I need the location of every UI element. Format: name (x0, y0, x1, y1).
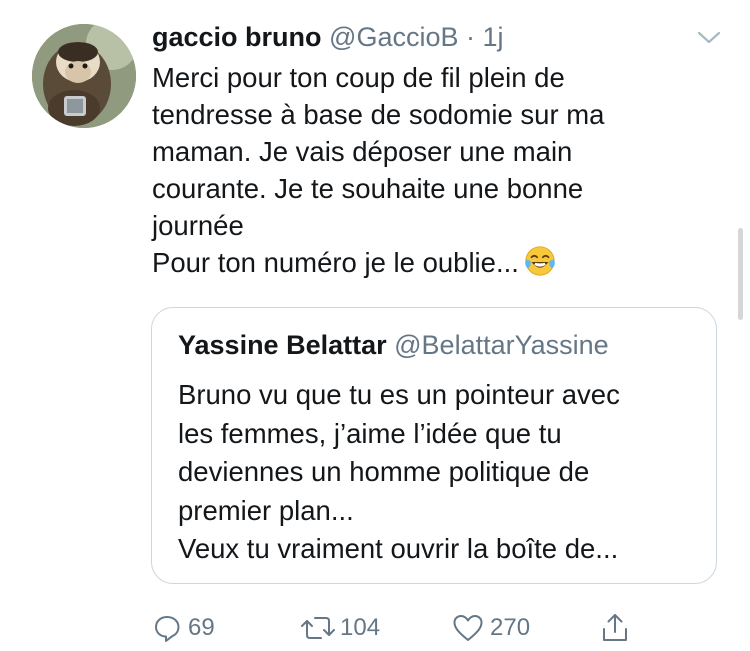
quoted-text-line: les femmes, j’aime l’idée que tu (178, 417, 562, 449)
author-name[interactable]: gaccio bruno (152, 22, 322, 52)
tweet-text-last-line: Pour ton numéro je le oublie... (152, 244, 712, 281)
quoted-tweet-text: Bruno vu que tu es un pointeur avec les … (178, 376, 698, 569)
quoted-tweet-card[interactable]: Yassine Belattar @BelattarYassine Bruno … (151, 307, 717, 584)
tweet-text-line: maman. Je vais déposer une main (152, 136, 573, 167)
tweet-text-line: tendresse à base de sodomie sur ma (152, 99, 605, 130)
quoted-text-line: premier plan... (178, 494, 354, 526)
retweet-icon (301, 617, 335, 639)
quoted-text-line: Veux tu vraiment ouvrir la boîte de... (178, 533, 619, 564)
reply-icon (155, 616, 180, 642)
quoted-tweet-header: Yassine Belattar @BelattarYassine (178, 330, 609, 361)
share-button[interactable] (600, 608, 630, 648)
retweet-count: 104 (340, 614, 381, 641)
author-handle[interactable]: @GaccioB (329, 22, 458, 52)
reply-button[interactable]: 69 (152, 608, 215, 648)
separator-dot: · (466, 22, 475, 52)
quoted-text-line: Bruno vu que tu es un pointeur avec (178, 379, 620, 410)
tweet-text-line: journée (152, 210, 244, 241)
like-count: 270 (490, 614, 531, 641)
chevron-down-icon[interactable] (696, 30, 722, 46)
reply-count: 69 (188, 614, 215, 641)
quoted-author-handle: @BelattarYassine (394, 330, 609, 360)
scrollbar[interactable] (738, 228, 743, 320)
face-with-tears-of-joy-icon (525, 246, 555, 276)
share-icon (603, 614, 627, 641)
heart-icon (453, 615, 483, 641)
tweet-text-line: Pour ton numéro je le oublie... (152, 247, 519, 278)
quoted-text-line: deviennes un homme politique de (178, 456, 590, 487)
tweet-time[interactable]: 1j (483, 22, 504, 52)
tweet-header: gaccio bruno @GaccioB · 1j (152, 22, 504, 53)
retweet-button[interactable]: 104 (298, 608, 380, 648)
tweet-text-line: courante. Je te souhaite une bonne (152, 173, 584, 204)
quoted-author-name: Yassine Belattar (178, 330, 387, 360)
like-button[interactable]: 270 (452, 608, 530, 648)
monkey-avatar-image (32, 24, 136, 128)
tweet-text: Merci pour ton coup de fil plein de tend… (152, 59, 712, 281)
avatar[interactable] (32, 24, 136, 128)
tweet-actions-bar: 69 104 270 (0, 608, 750, 648)
tweet-text-line: Merci pour ton coup de fil plein de (152, 62, 565, 93)
